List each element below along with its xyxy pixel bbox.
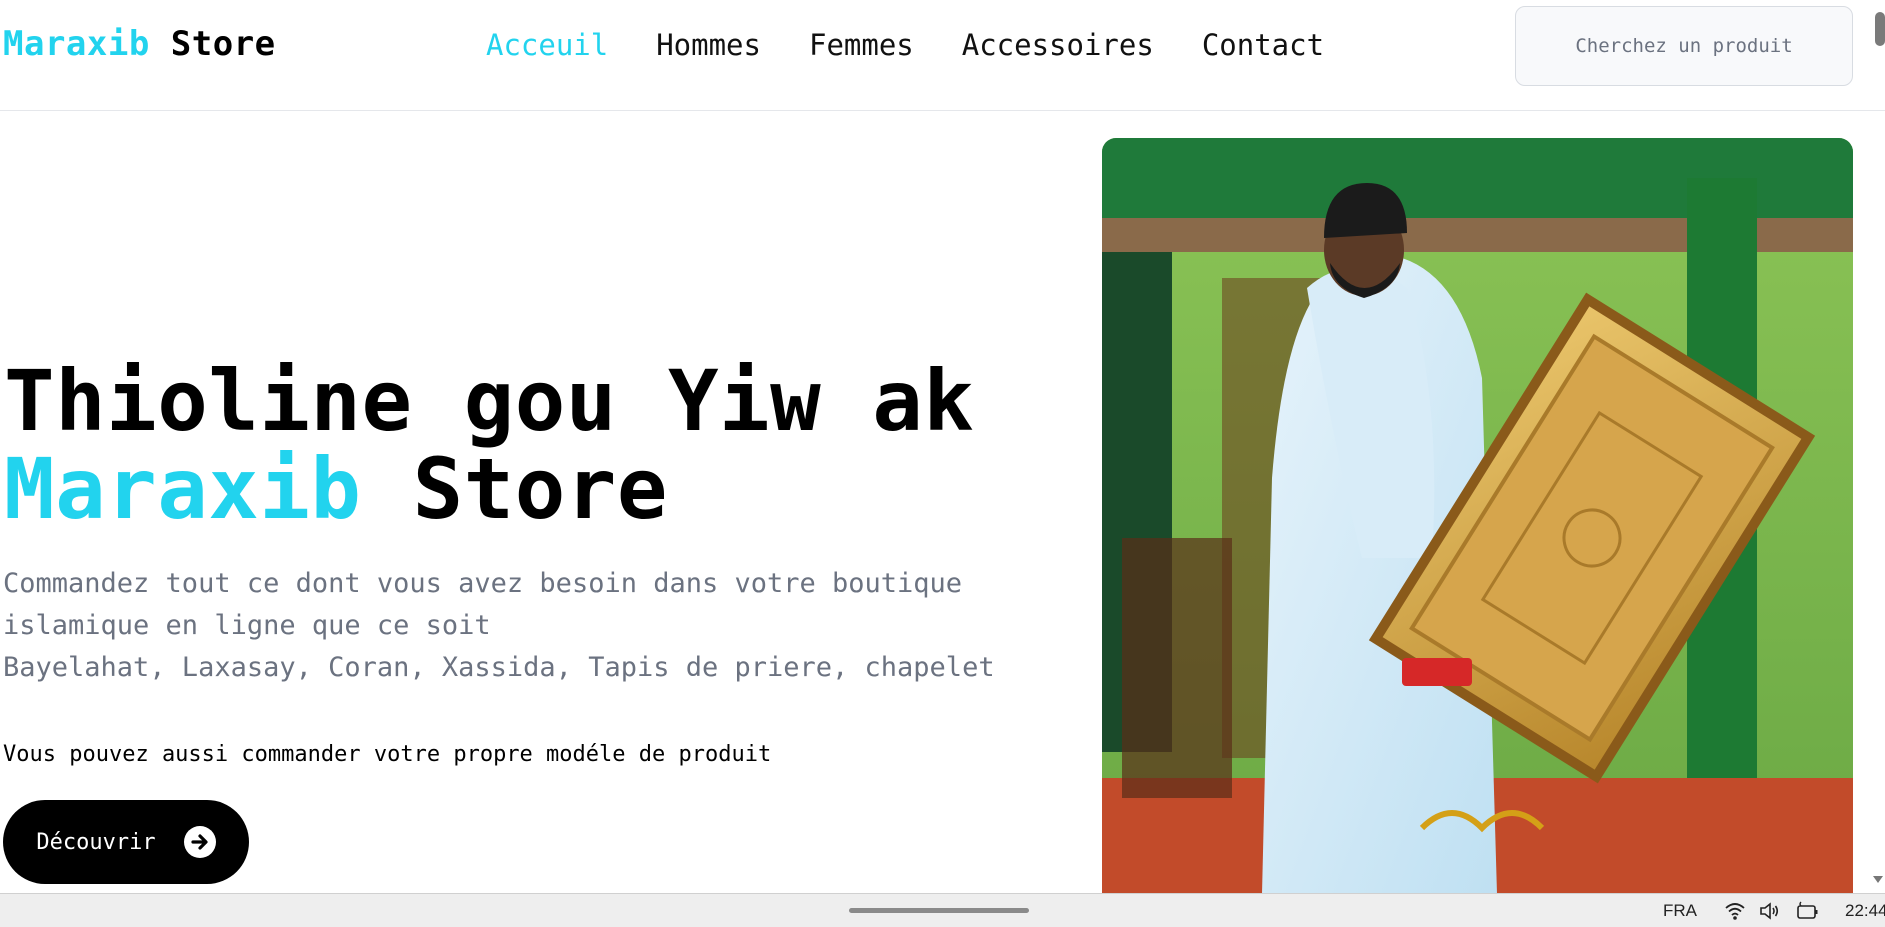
scroll-down-arrow[interactable] bbox=[1873, 876, 1883, 883]
os-taskbar: FRA 22:44 bbox=[0, 893, 1885, 927]
nav-link-accessoires[interactable]: Accessoires bbox=[962, 28, 1154, 62]
site-header: Maraxib Store Acceuil Hommes Femmes Acce… bbox=[0, 0, 1885, 111]
discover-button-label: Découvrir bbox=[36, 829, 156, 855]
hero-description-line2: Bayelahat, Laxasay, Coran, Xassida, Tapi… bbox=[3, 652, 995, 683]
brand-logo[interactable]: Maraxib Store bbox=[3, 24, 276, 64]
nav-link-contact[interactable]: Contact bbox=[1202, 28, 1324, 62]
nav-link-femmes[interactable]: Femmes bbox=[809, 28, 914, 62]
language-indicator[interactable]: FRA bbox=[1663, 901, 1697, 921]
hero-title-rest: Store bbox=[412, 440, 668, 538]
hero-title-accent: Maraxib bbox=[4, 440, 362, 538]
nav-link-accueil[interactable]: Acceuil bbox=[486, 28, 608, 62]
nav-link-hommes[interactable]: Hommes bbox=[656, 28, 761, 62]
taskbar-handle[interactable] bbox=[849, 908, 1029, 913]
scrollbar-thumb[interactable] bbox=[1875, 12, 1885, 46]
brand-name-accent: Maraxib bbox=[3, 24, 150, 64]
hero-image bbox=[1102, 138, 1853, 894]
hero-title-line1: Thioline gou Yiw ak bbox=[4, 352, 975, 450]
hero-description: Commandez tout ce dont vous avez besoin … bbox=[3, 563, 1043, 689]
hero-description-line1: Commandez tout ce dont vous avez besoin … bbox=[3, 568, 963, 641]
brand-name: Store bbox=[170, 24, 276, 64]
search-input[interactable] bbox=[1515, 6, 1853, 86]
clock-time[interactable]: 22:44 bbox=[1845, 901, 1885, 921]
speaker-icon[interactable] bbox=[1758, 900, 1780, 922]
arrow-right-circle-icon bbox=[183, 826, 216, 858]
battery-icon[interactable] bbox=[1795, 900, 1818, 922]
main-nav: Acceuil Hommes Femmes Accessoires Contac… bbox=[486, 28, 1372, 62]
wifi-icon[interactable] bbox=[1724, 900, 1746, 922]
discover-button[interactable]: Découvrir bbox=[3, 800, 249, 884]
hero-note: Vous pouvez aussi commander votre propre… bbox=[3, 742, 772, 767]
hero-title: Thioline gou Yiw ak Maraxib Store bbox=[4, 357, 974, 533]
